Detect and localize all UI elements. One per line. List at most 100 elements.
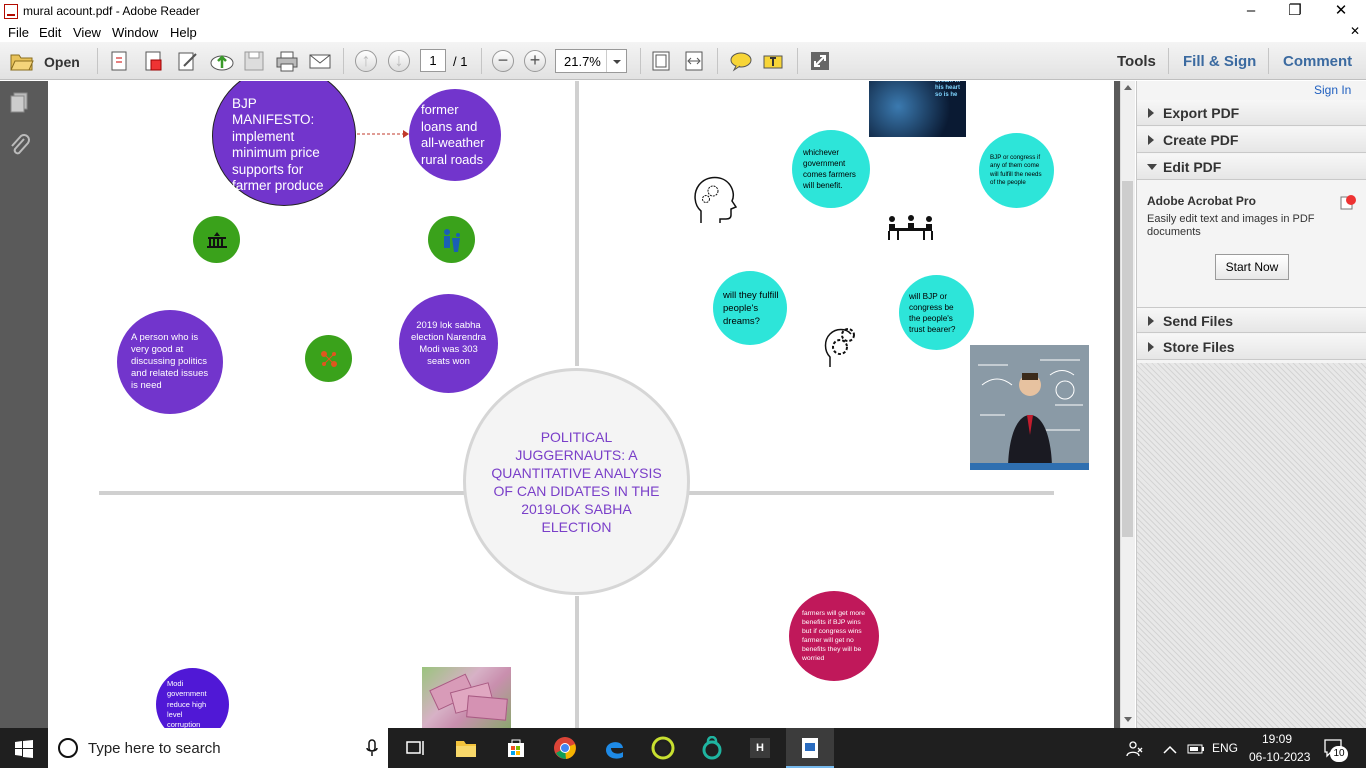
page-number-input[interactable]: 1: [420, 49, 446, 72]
edit-icon[interactable]: [176, 50, 200, 72]
minimize-button[interactable]: –: [1228, 0, 1274, 23]
adobe-reader-taskbar-button[interactable]: [786, 728, 834, 768]
page-total-label: / 1: [453, 54, 468, 69]
lock-app-icon[interactable]: [701, 735, 723, 765]
pdf-page: POLITICAL JUGGERNAUTS: A QUANTITATIVE AN…: [48, 81, 1114, 728]
zoom-out-button[interactable]: −: [492, 50, 514, 72]
notification-count-badge: 10: [1330, 746, 1348, 762]
microphone-icon[interactable]: [366, 739, 378, 762]
store-icon[interactable]: [505, 737, 527, 764]
trust-bearer-text: will BJP or congress be the people's tru…: [909, 291, 956, 334]
modi-corruption-text: Modi government reduce high level corrup…: [167, 679, 207, 728]
separator: [481, 48, 482, 74]
mural-title: POLITICAL JUGGERNAUTS: A QUANTITATIVE AN…: [491, 428, 662, 535]
zoom-in-button[interactable]: +: [524, 50, 546, 72]
app-circle-icon[interactable]: [651, 736, 675, 765]
trust-bearer-circle: will BJP or congress be the people's tru…: [899, 275, 974, 350]
chrome-icon[interactable]: [553, 736, 577, 765]
file-explorer-icon[interactable]: [455, 738, 477, 763]
currency-notes-image: [422, 667, 511, 728]
will-they-fulfill-text: will they fulfill people's dreams?: [723, 289, 779, 327]
menu-bar: File Edit View Window Help ✕: [0, 23, 1366, 42]
comment-bubble-icon[interactable]: [729, 50, 753, 72]
edge-icon[interactable]: [603, 736, 625, 765]
page-thumbnails-icon[interactable]: [8, 91, 32, 120]
menu-edit[interactable]: Edit: [39, 25, 61, 40]
bjp-congress-fulfill-circle: BJP or congress if any of them come will…: [979, 133, 1054, 208]
farmers-benefits-circle: farmers will get more benefits if BJP wi…: [789, 591, 879, 681]
whichever-government-circle: whichever government comes farmers will …: [792, 130, 870, 208]
sign-in-link[interactable]: Sign In: [1314, 83, 1351, 97]
close-button[interactable]: ✕: [1318, 0, 1364, 23]
email-icon[interactable]: [308, 50, 332, 72]
export-pdf-label: Export PDF: [1163, 105, 1240, 121]
save-icon[interactable]: [243, 50, 265, 72]
combine-files-icon[interactable]: [142, 50, 166, 72]
menu-file[interactable]: File: [8, 25, 29, 40]
fit-page-icon[interactable]: [650, 50, 672, 72]
open-button[interactable]: Open: [44, 54, 80, 70]
arrow-connector-icon: [357, 130, 409, 138]
h-app-icon[interactable]: H: [750, 738, 770, 758]
separator: [717, 48, 718, 74]
good-person-circle: A person who is very good at discussing …: [117, 310, 223, 414]
ai-head-image: dream in his heart so is he: [869, 81, 966, 137]
separator: [1268, 48, 1269, 74]
fill-sign-button[interactable]: Fill & Sign: [1183, 53, 1256, 70]
previous-page-button[interactable]: ↑: [355, 50, 377, 72]
zoom-select[interactable]: 21.7%: [555, 49, 627, 73]
separator: [1168, 48, 1169, 74]
zoom-value: 21.7%: [564, 54, 601, 69]
gears-head-icon: [822, 325, 862, 374]
clock-time[interactable]: 19:09: [1262, 732, 1292, 746]
battery-icon[interactable]: [1187, 742, 1205, 760]
chevron-down-icon[interactable]: [606, 50, 626, 72]
close-document-button[interactable]: ✕: [1350, 24, 1360, 38]
menu-help[interactable]: Help: [170, 25, 197, 40]
scroll-down-icon[interactable]: [1124, 717, 1132, 722]
chevron-up-icon[interactable]: [1163, 742, 1177, 760]
clock-date[interactable]: 06-10-2023: [1249, 750, 1310, 764]
windows-start-icon[interactable]: [15, 740, 33, 763]
open-folder-icon[interactable]: [10, 50, 34, 72]
send-files-label: Send Files: [1163, 313, 1234, 329]
print-icon[interactable]: [275, 50, 299, 72]
upload-cloud-icon[interactable]: [209, 50, 235, 72]
send-files-section[interactable]: Send Files: [1137, 307, 1366, 333]
taskbar-search-box[interactable]: Type here to search: [48, 728, 388, 768]
maximize-button[interactable]: ❐: [1272, 0, 1318, 23]
people-icon[interactable]: [1125, 739, 1145, 764]
farmers-benefits-text: farmers will get more benefits if BJP wi…: [802, 610, 866, 662]
acrobat-pro-promo: Adobe Acrobat Pro Easily edit text and i…: [1137, 181, 1366, 306]
export-pdf-section[interactable]: Export PDF: [1137, 100, 1366, 126]
expand-arrow-icon: [1148, 135, 1154, 145]
vertical-scrollbar[interactable]: [1120, 81, 1135, 728]
tools-button[interactable]: Tools: [1117, 53, 1156, 70]
promo-description: Easily edit text and images in PDF docum…: [1147, 213, 1315, 238]
scroll-up-icon[interactable]: [1124, 85, 1132, 90]
create-pdf-section[interactable]: Create PDF: [1137, 127, 1366, 153]
highlight-text-icon[interactable]: [762, 50, 786, 72]
window-title: mural acount.pdf - Adobe Reader: [23, 4, 200, 18]
language-indicator[interactable]: ENG: [1212, 741, 1238, 755]
start-now-button[interactable]: Start Now: [1215, 254, 1289, 280]
menu-window[interactable]: Window: [112, 25, 158, 40]
create-pdf-icon[interactable]: [108, 50, 132, 72]
good-person-text: A person who is very good at discussing …: [131, 332, 209, 391]
scroll-thumb[interactable]: [1122, 181, 1133, 537]
fit-width-icon[interactable]: [683, 50, 705, 72]
separator: [640, 48, 641, 74]
task-view-icon[interactable]: [406, 739, 426, 762]
reader-doc-icon: [802, 738, 818, 758]
taskbar: Type here to search H ENG 19:09 06-10-20…: [0, 728, 1366, 768]
comment-button[interactable]: Comment: [1283, 53, 1352, 70]
store-files-section[interactable]: Store Files: [1137, 334, 1366, 360]
bjp-congress-fulfill-text: BJP or congress if any of them come will…: [990, 153, 1042, 187]
menu-view[interactable]: View: [73, 25, 101, 40]
edit-pdf-section[interactable]: Edit PDF: [1137, 154, 1366, 180]
attachments-paperclip-icon[interactable]: [8, 133, 32, 164]
next-page-button[interactable]: ↓: [388, 50, 410, 72]
full-screen-icon[interactable]: [809, 50, 831, 72]
ai-image-caption: dream in his heart so is he: [935, 81, 961, 98]
people-network-icon: [305, 335, 352, 382]
